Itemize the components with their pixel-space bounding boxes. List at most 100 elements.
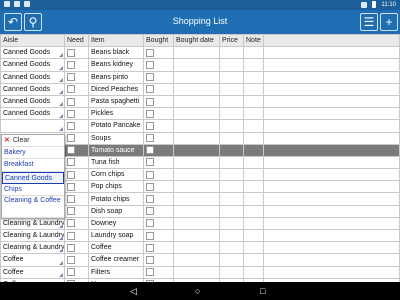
note-cell[interactable]: [243, 253, 264, 267]
need-checkbox[interactable]: [67, 121, 75, 130]
price-cell[interactable]: [219, 228, 244, 243]
price-cell[interactable]: [219, 168, 244, 182]
table-row[interactable]: Cleaning & Laundry Downey: [0, 216, 400, 231]
home-icon[interactable]: ○: [195, 286, 200, 296]
item-cell[interactable]: Beans black: [88, 46, 144, 60]
item-cell[interactable]: Downey: [88, 216, 144, 231]
price-cell[interactable]: [219, 192, 244, 206]
note-cell[interactable]: [243, 143, 264, 157]
note-cell[interactable]: [243, 216, 264, 231]
bought-checkbox[interactable]: [146, 182, 154, 191]
dropdown-option-bakery[interactable]: Bakery: [2, 147, 64, 160]
bought-checkbox[interactable]: [146, 255, 154, 264]
bought-checkbox[interactable]: [146, 60, 154, 69]
need-checkbox[interactable]: [67, 182, 75, 191]
item-cell[interactable]: Pickles: [88, 107, 144, 121]
table-row[interactable]: Coffee Filters: [0, 265, 400, 279]
price-cell[interactable]: [219, 70, 244, 84]
price-cell[interactable]: [219, 119, 244, 133]
item-cell[interactable]: Corn chips: [88, 168, 144, 182]
note-cell[interactable]: [243, 228, 264, 243]
col-header-note[interactable]: Note: [243, 34, 264, 48]
bought-date-cell[interactable]: [173, 265, 220, 279]
bought-checkbox[interactable]: [146, 134, 154, 143]
bought-checkbox[interactable]: [146, 85, 154, 94]
bought-date-cell[interactable]: [173, 119, 220, 133]
item-cell[interactable]: Dish soap: [88, 204, 144, 218]
bought-date-cell[interactable]: [173, 46, 220, 60]
col-header-bought-date[interactable]: Bought date: [173, 34, 220, 48]
bought-checkbox[interactable]: [146, 243, 154, 252]
note-cell[interactable]: [243, 131, 264, 145]
price-cell[interactable]: [219, 94, 244, 109]
price-cell[interactable]: [219, 143, 244, 157]
back-icon[interactable]: ◁: [130, 286, 137, 297]
note-cell[interactable]: [243, 192, 264, 206]
note-cell[interactable]: [243, 155, 264, 170]
col-header-item[interactable]: Item: [88, 34, 144, 48]
need-checkbox[interactable]: [67, 73, 75, 82]
need-checkbox[interactable]: [67, 231, 75, 240]
dropdown-option-cleaning-coffee[interactable]: Cleaning & Coffee: [2, 196, 64, 218]
need-checkbox[interactable]: [67, 158, 75, 167]
aisle-cell[interactable]: [0, 119, 65, 133]
item-cell[interactable]: Soups: [88, 131, 144, 145]
item-cell[interactable]: Tomato sauce: [88, 143, 144, 157]
need-checkbox[interactable]: [67, 195, 75, 204]
aisle-cell[interactable]: Canned Goods: [0, 82, 65, 96]
note-cell[interactable]: [243, 119, 264, 133]
bought-checkbox[interactable]: [146, 219, 154, 228]
need-checkbox[interactable]: [67, 48, 75, 57]
need-checkbox[interactable]: [67, 85, 75, 94]
col-header-price[interactable]: Price: [219, 34, 244, 48]
bought-checkbox[interactable]: [146, 97, 154, 106]
price-cell[interactable]: [219, 155, 244, 170]
item-cell[interactable]: Pop chips: [88, 180, 144, 194]
price-cell[interactable]: [219, 82, 244, 96]
note-cell[interactable]: [243, 58, 264, 72]
need-checkbox[interactable]: [67, 219, 75, 228]
table-row[interactable]: Coffee Coffee creamer: [0, 253, 400, 267]
note-cell[interactable]: [243, 204, 264, 218]
price-cell[interactable]: [219, 58, 244, 72]
bought-date-cell[interactable]: [173, 107, 220, 121]
need-checkbox[interactable]: [67, 134, 75, 143]
bought-date-cell[interactable]: [173, 216, 220, 231]
price-cell[interactable]: [219, 216, 244, 231]
bought-date-cell[interactable]: [173, 82, 220, 96]
bought-checkbox[interactable]: [146, 231, 154, 240]
note-cell[interactable]: [243, 70, 264, 84]
aisle-cell[interactable]: Canned Goods: [0, 58, 65, 72]
note-cell[interactable]: [243, 241, 264, 255]
item-cell[interactable]: Diced Peaches: [88, 82, 144, 96]
price-cell[interactable]: [219, 131, 244, 145]
aisle-cell[interactable]: Cleaning & Laundry: [0, 228, 65, 243]
note-cell[interactable]: [243, 107, 264, 121]
note-cell[interactable]: [243, 94, 264, 109]
item-cell[interactable]: Coffee creamer: [88, 253, 144, 267]
note-cell[interactable]: [243, 46, 264, 60]
need-checkbox[interactable]: [67, 60, 75, 69]
aisle-cell[interactable]: Cleaning & Laundry: [0, 241, 65, 255]
bought-date-cell[interactable]: [173, 228, 220, 243]
bought-date-cell[interactable]: [173, 143, 220, 157]
note-cell[interactable]: [243, 265, 264, 279]
clear-option[interactable]: ✕ Clear: [2, 135, 64, 148]
need-checkbox[interactable]: [67, 255, 75, 264]
bought-checkbox[interactable]: [146, 195, 154, 204]
price-cell[interactable]: [219, 241, 244, 255]
aisle-cell[interactable]: Canned Goods: [0, 70, 65, 84]
bought-date-cell[interactable]: [173, 180, 220, 194]
bought-date-cell[interactable]: [173, 241, 220, 255]
need-checkbox[interactable]: [67, 243, 75, 252]
table-row[interactable]: Cleaning & Laundry Coffee: [0, 241, 400, 255]
table-row[interactable]: Canned Goods Beans pinto: [0, 70, 400, 84]
bought-checkbox[interactable]: [146, 73, 154, 82]
price-cell[interactable]: [219, 180, 244, 194]
dropdown-option-canned-goods[interactable]: Canned Goods: [2, 171, 64, 184]
bought-checkbox[interactable]: [146, 109, 154, 118]
bought-date-cell[interactable]: [173, 204, 220, 218]
col-header-aisle[interactable]: Aisle: [0, 34, 65, 48]
bought-date-cell[interactable]: [173, 192, 220, 206]
table-row[interactable]: Canned Goods Pasta spaghetti: [0, 94, 400, 109]
